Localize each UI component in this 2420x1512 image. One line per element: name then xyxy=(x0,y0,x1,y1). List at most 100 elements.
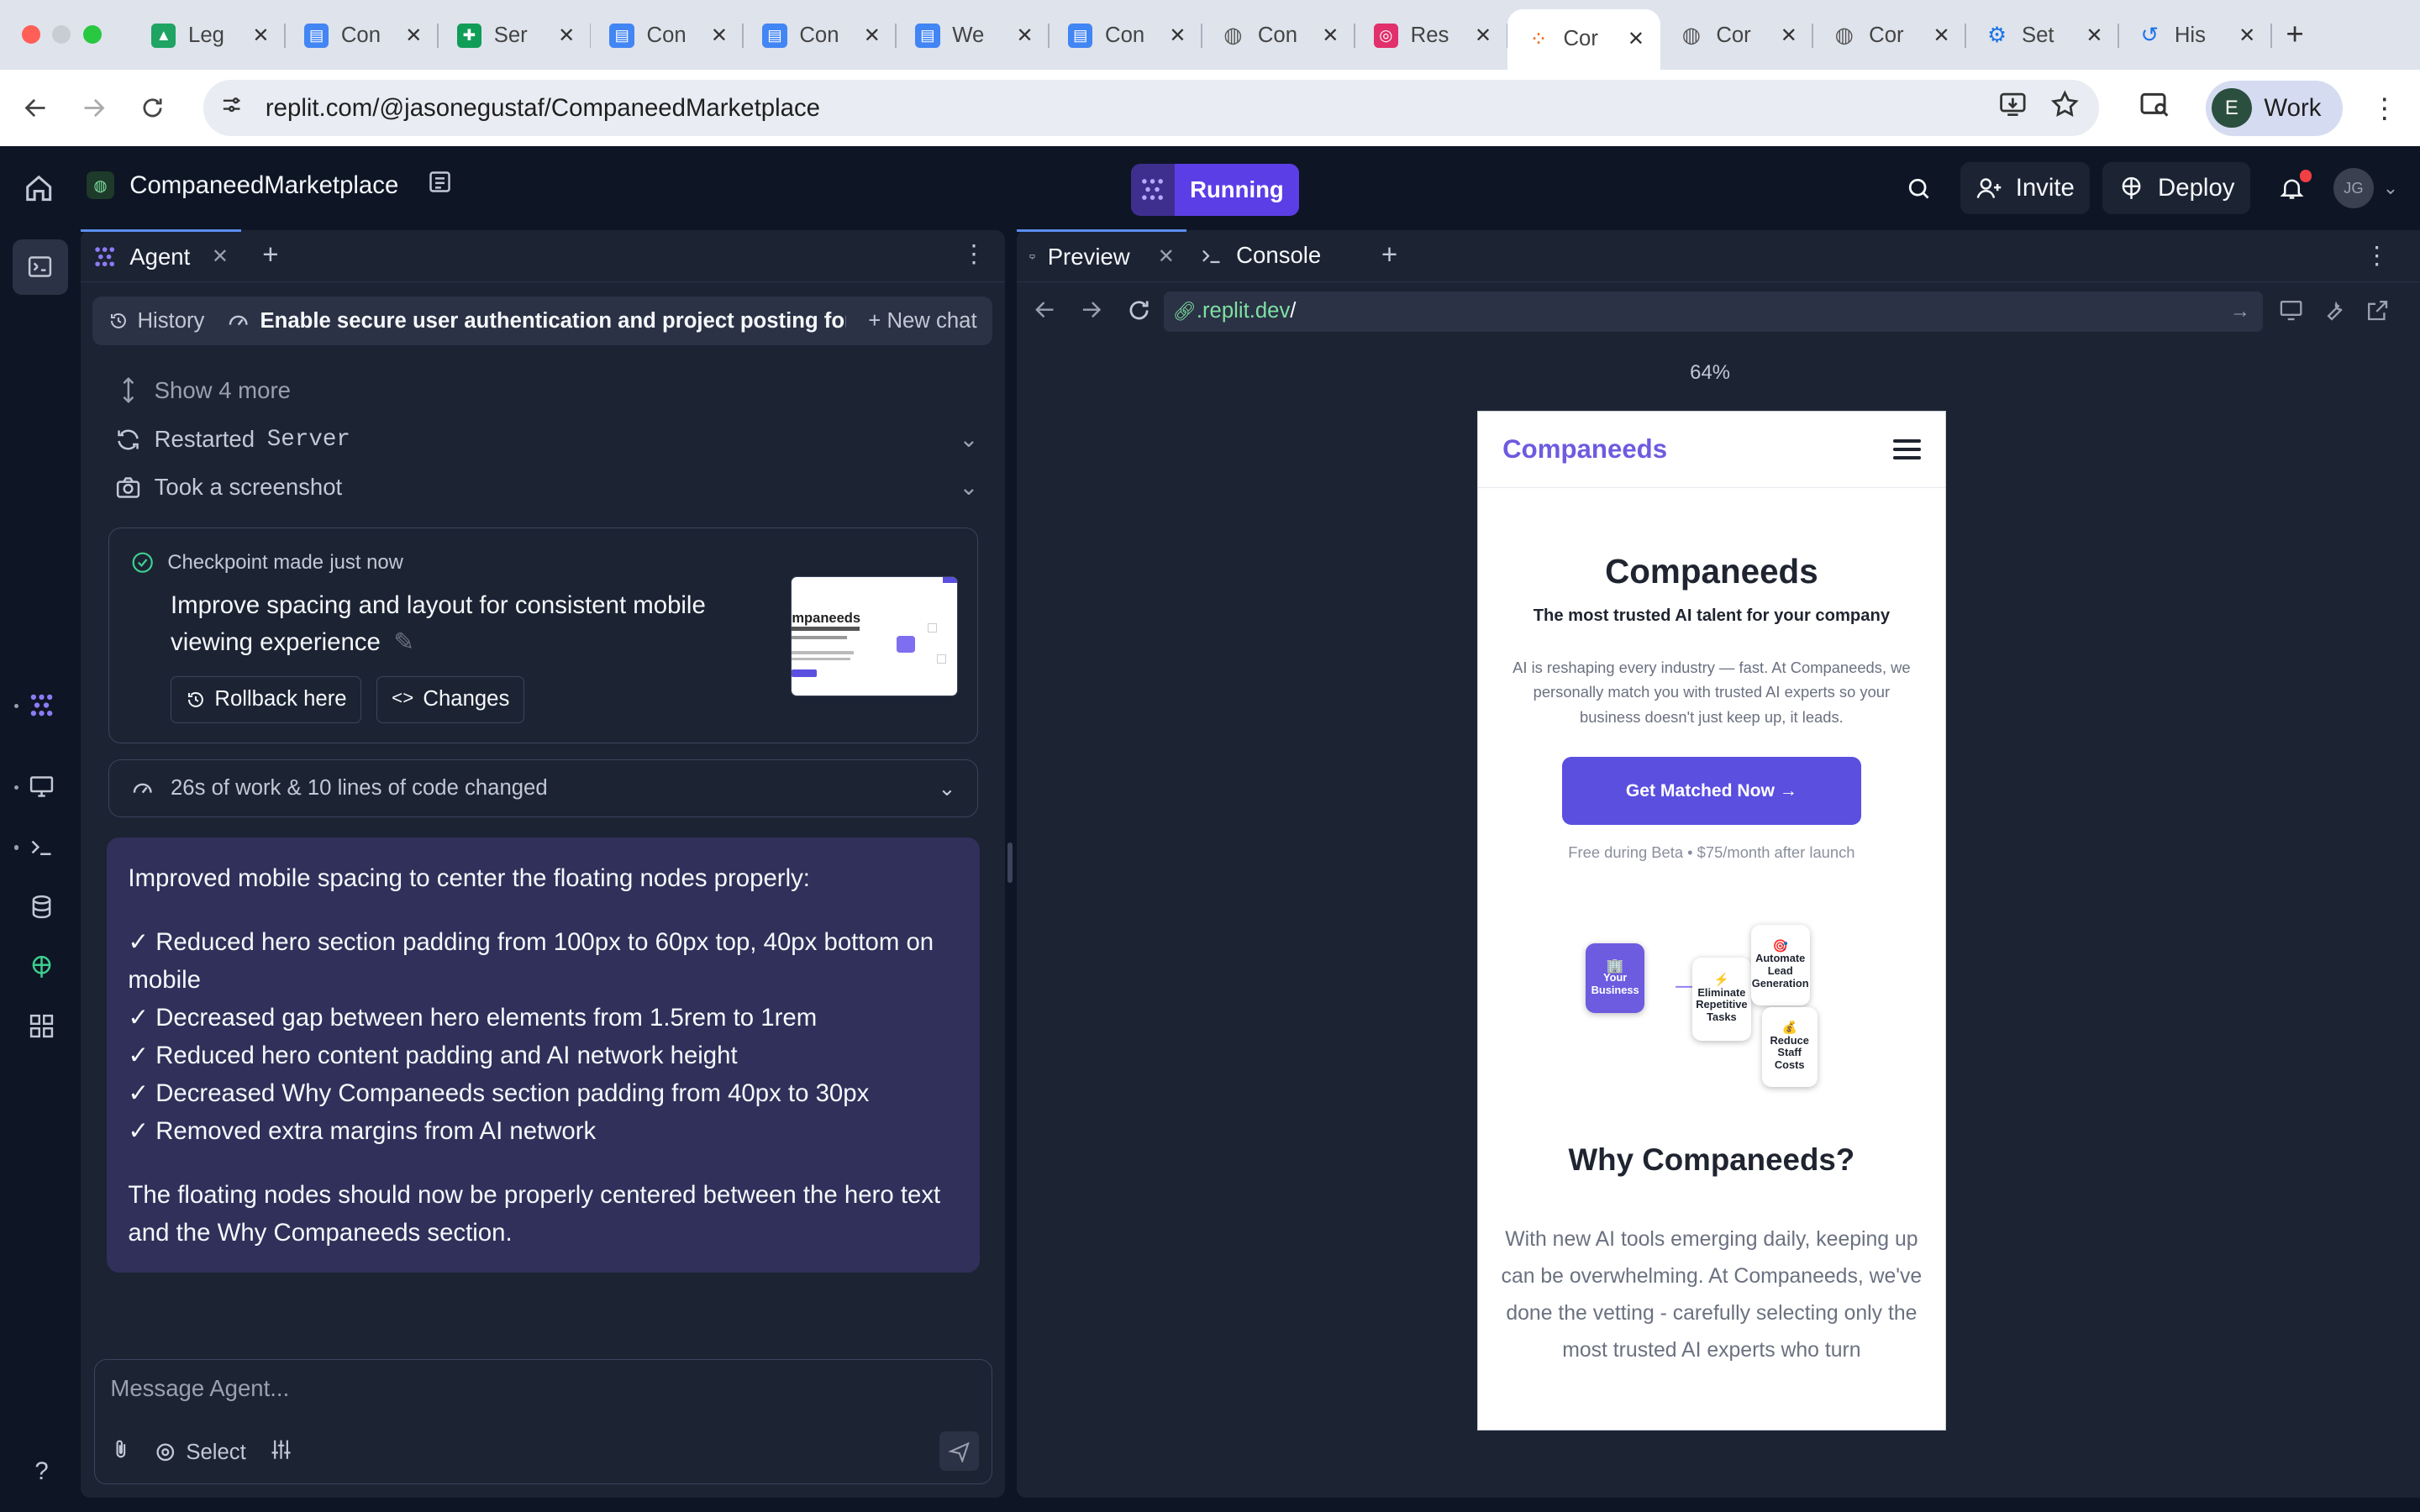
close-tab-icon[interactable]: ✕ xyxy=(2082,24,2107,48)
close-tab-icon[interactable]: ✕ xyxy=(554,24,578,48)
close-tab-icon[interactable]: ✕ xyxy=(1776,24,1801,48)
close-window-button[interactable] xyxy=(21,25,40,45)
home-icon[interactable] xyxy=(22,171,59,208)
action-took-screenshot[interactable]: Took a screenshot ⌄ xyxy=(114,474,978,501)
add-tab-button[interactable]: + xyxy=(1381,239,1397,271)
panel-resize-handle[interactable] xyxy=(1007,842,1013,883)
rollback-button[interactable]: Rollback here xyxy=(171,676,362,723)
get-matched-button[interactable]: Get Matched Now → xyxy=(1561,757,1862,825)
project-info-icon[interactable] xyxy=(426,168,454,202)
user-menu[interactable]: JG ⌄ xyxy=(2333,168,2398,208)
database-icon[interactable] xyxy=(24,890,58,924)
browser-tab[interactable]: ▤ Con ✕ xyxy=(286,9,439,61)
chrome-menu-icon[interactable]: ⋮ xyxy=(2370,92,2398,125)
tab-console[interactable]: Console xyxy=(1186,229,1356,281)
send-button[interactable] xyxy=(939,1431,980,1472)
browser-tab[interactable]: ◍ Con ✕ xyxy=(1202,9,1355,61)
close-tab-icon[interactable]: ✕ xyxy=(1013,24,1037,48)
reload-button[interactable] xyxy=(127,81,179,134)
all-tools-icon[interactable] xyxy=(24,1009,58,1042)
preview-back-icon[interactable] xyxy=(1033,297,1057,328)
address-bar[interactable]: replit.com/@jasonegustaf/CompaneedMarket… xyxy=(203,80,2099,136)
forward-button[interactable] xyxy=(68,81,120,134)
chevron-down-icon[interactable]: ⌄ xyxy=(959,426,978,453)
add-tab-button[interactable]: + xyxy=(262,239,278,271)
back-button[interactable] xyxy=(9,81,61,134)
notifications-button[interactable] xyxy=(2263,162,2322,214)
browser-tab[interactable]: ◍ Cor ✕ xyxy=(1813,9,1966,61)
deployments-icon[interactable] xyxy=(24,950,58,984)
sliders-icon[interactable] xyxy=(267,1437,295,1467)
bookmark-star-icon[interactable] xyxy=(2049,89,2081,127)
close-tab-icon[interactable]: ✕ xyxy=(1929,24,1954,48)
site-logo[interactable]: Companeeds xyxy=(1502,434,1667,465)
close-tab-icon[interactable]: ✕ xyxy=(1318,24,1343,48)
tab-preview[interactable]: Preview ✕ xyxy=(1017,229,1187,281)
more-options-icon[interactable]: ⋮ xyxy=(961,239,986,269)
site-info-icon[interactable] xyxy=(219,92,250,123)
browser-tab[interactable]: ✚ Ser ✕ xyxy=(439,9,592,61)
changes-button[interactable]: <> Changes xyxy=(376,676,524,723)
preview-forward-icon[interactable] xyxy=(1079,297,1103,328)
tab-search-icon[interactable] xyxy=(2138,87,2171,128)
help-icon[interactable]: ? xyxy=(24,1455,58,1488)
search-button[interactable] xyxy=(1889,162,1948,214)
project-switcher[interactable]: ◍ CompaneedMarketplace xyxy=(86,168,455,202)
new-chat-button[interactable]: + New chat xyxy=(868,309,976,333)
go-arrow-icon[interactable]: → xyxy=(2230,300,2250,323)
work-summary[interactable]: 26s of work & 10 lines of code changed ⌄ xyxy=(108,759,979,818)
install-app-icon[interactable] xyxy=(1997,89,2028,127)
browser-tab[interactable]: ▤ Con ✕ xyxy=(1050,9,1202,61)
browser-tab[interactable]: ↺ His ✕ xyxy=(2119,9,2272,61)
invite-button[interactable]: Invite xyxy=(1960,161,2091,215)
open-new-window-icon[interactable] xyxy=(2365,297,2391,330)
pencil-icon[interactable]: ✎ xyxy=(393,628,414,656)
browser-tab[interactable]: ◍ Cor ✕ xyxy=(1660,9,1814,61)
preview-viewport[interactable]: Companeeds Companeeds The most trusted A… xyxy=(1476,410,1947,1431)
browser-tab[interactable]: ▤ Con ✕ xyxy=(591,9,744,61)
devtools-wrench-icon[interactable] xyxy=(2321,297,2347,330)
browser-tab[interactable]: ▲ Leg ✕ xyxy=(133,9,286,61)
close-tab-icon[interactable]: ✕ xyxy=(707,24,731,48)
device-toggle-icon[interactable] xyxy=(2278,297,2304,330)
close-tab-icon[interactable]: ✕ xyxy=(402,24,426,48)
browser-tab[interactable]: ▤ Con ✕ xyxy=(744,9,897,61)
close-tab-icon[interactable]: ✕ xyxy=(1470,24,1495,48)
preview-url-input[interactable]: 🔗︎ .replit.dev / → xyxy=(1163,291,2263,332)
preview-rail-icon[interactable] xyxy=(24,770,58,804)
history-button[interactable]: History xyxy=(92,309,220,333)
run-button[interactable]: Running xyxy=(1131,163,1300,217)
show-more-button[interactable]: Show 4 more xyxy=(118,376,291,404)
close-tab-icon[interactable]: ✕ xyxy=(1158,244,1175,269)
browser-tab[interactable]: ⚙ Set ✕ xyxy=(1966,9,2119,61)
chevron-down-icon[interactable]: ⌄ xyxy=(959,474,978,501)
files-toggle-icon[interactable] xyxy=(12,239,68,295)
close-tab-icon[interactable]: ✕ xyxy=(860,24,884,48)
close-tab-icon[interactable]: ✕ xyxy=(212,244,229,269)
deploy-button[interactable]: Deploy xyxy=(2102,161,2250,215)
browser-tab[interactable]: ▤ We ✕ xyxy=(897,9,1050,61)
checkpoint-screenshot-thumbnail[interactable]: mpaneeds xyxy=(791,576,958,697)
close-tab-icon[interactable]: ✕ xyxy=(2234,24,2259,48)
close-tab-icon[interactable]: ✕ xyxy=(1623,27,1648,51)
message-input[interactable] xyxy=(110,1375,913,1403)
tab-agent[interactable]: Agent ✕ xyxy=(80,229,241,281)
maximize-window-button[interactable] xyxy=(83,25,103,45)
replit-header: ◍ CompaneedMarketplace Running Invite De… xyxy=(0,146,2420,230)
browser-tab[interactable]: ◎ Res ✕ xyxy=(1355,9,1508,61)
minimize-window-button[interactable] xyxy=(52,25,71,45)
action-restarted-server[interactable]: Restarted Server ⌄ xyxy=(114,426,978,454)
attach-icon[interactable] xyxy=(110,1437,132,1467)
arrow-left-icon xyxy=(24,98,45,118)
more-options-icon[interactable]: ⋮ xyxy=(2365,241,2389,270)
agent-rail-icon[interactable] xyxy=(24,688,58,722)
preview-reload-icon[interactable] xyxy=(1125,297,1153,331)
profile-button[interactable]: E Work xyxy=(2205,80,2344,136)
console-rail-icon[interactable] xyxy=(24,830,58,864)
close-tab-icon[interactable]: ✕ xyxy=(249,24,273,48)
select-element-button[interactable]: Select xyxy=(154,1441,246,1465)
browser-tab[interactable]: ⁘ Cor ✕ xyxy=(1507,9,1661,70)
new-tab-button[interactable]: + xyxy=(2272,17,2318,52)
close-tab-icon[interactable]: ✕ xyxy=(1165,24,1190,48)
hamburger-menu-icon[interactable] xyxy=(1892,438,1921,460)
